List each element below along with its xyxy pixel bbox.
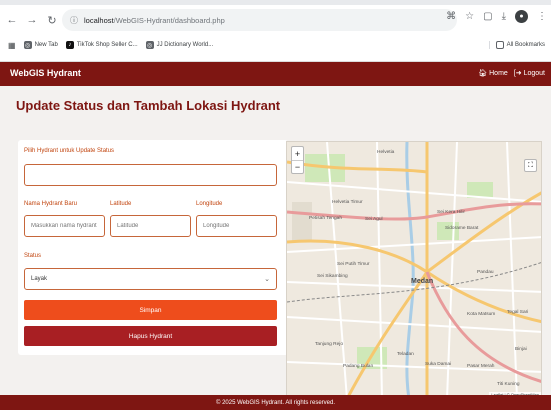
- page-footer: © 2025 WebGIS Hydrant. All rights reserv…: [0, 395, 551, 410]
- map-label: Binjai: [515, 347, 527, 352]
- home-icon: 🏠︎: [478, 70, 490, 77]
- bookmark-dictionary[interactable]: ◎ JJ Dictionary World...: [145, 41, 213, 49]
- forward-icon[interactable]: →: [24, 12, 40, 28]
- latitude-input[interactable]: [117, 216, 190, 236]
- header-nav: 🏠︎ Home [➜ Logout: [478, 69, 545, 78]
- url-path: /WebGIS-Hydrant/dashboard.php: [113, 15, 225, 25]
- star-icon[interactable]: ☆: [465, 11, 474, 22]
- map-label: Tanjung Rejo: [315, 342, 344, 347]
- status-select[interactable]: Layak ⌄: [24, 268, 277, 290]
- extensions-icon[interactable]: ▢: [483, 11, 492, 22]
- zoom-in-button[interactable]: +: [292, 147, 303, 160]
- download-icon[interactable]: ⤓: [502, 11, 506, 22]
- map-label: Teladan: [397, 352, 414, 357]
- select-hydrant-label: Pilih Hydrant untuk Update Status: [24, 148, 115, 154]
- browser-actions: ⌘ ☆ ▢ ⤓ ● ⋮: [446, 10, 547, 23]
- save-button[interactable]: Simpan: [24, 300, 277, 320]
- browser-toolbar: ← → ↻ ⓘ localhost /WebGIS-Hydrant/dashbo…: [0, 8, 551, 32]
- url-host: localhost: [84, 15, 114, 25]
- select-hydrant-field[interactable]: [24, 164, 277, 186]
- folder-icon: [495, 41, 504, 49]
- all-bookmarks[interactable]: All Bookmarks: [488, 41, 545, 49]
- bookmark-tiktok[interactable]: ♪ TikTok Shop Seller C...: [65, 41, 138, 49]
- home-link[interactable]: 🏠︎ Home: [478, 69, 508, 78]
- tiktok-icon: ♪: [65, 41, 74, 49]
- map-label: Sidorame Barat: [445, 226, 479, 231]
- name-label: Nama Hydrant Baru: [24, 201, 78, 207]
- longitude-label: Longitude: [196, 201, 223, 207]
- brand-title[interactable]: WebGIS Hydrant: [10, 68, 81, 78]
- profile-avatar[interactable]: ●: [515, 10, 528, 23]
- name-input[interactable]: [31, 216, 104, 236]
- reload-icon[interactable]: ↻: [44, 12, 60, 28]
- globe-icon: ◎: [145, 41, 154, 49]
- apps-icon[interactable]: ▦: [8, 41, 16, 50]
- status-label: Status: [24, 253, 42, 259]
- map-label: Padang Bulan: [343, 364, 374, 369]
- name-field[interactable]: [24, 215, 105, 237]
- map-label: Helvetia: [377, 150, 395, 155]
- chevron-down-icon: ⌄: [264, 276, 270, 283]
- map-label: Petisah Tengah: [309, 216, 342, 221]
- fullscreen-icon[interactable]: ⛶: [524, 159, 537, 172]
- zoom-control: + −: [291, 146, 304, 174]
- map-label: Suka Damai: [425, 362, 452, 367]
- longitude-input[interactable]: [203, 216, 276, 236]
- status-value: Layak: [31, 276, 48, 282]
- map-label: Pandau: [477, 270, 494, 275]
- map-label: Sei Agul: [365, 217, 383, 222]
- latitude-label: Latitude: [110, 201, 132, 207]
- back-icon[interactable]: ←: [4, 12, 20, 28]
- hydrant-map[interactable]: + − ⛶ Helvetia Helvetia Timur Petisah Te…: [286, 141, 542, 398]
- logout-link[interactable]: [➜ Logout: [513, 69, 545, 78]
- address-bar[interactable]: ⓘ localhost /WebGIS-Hydrant/dashboard.ph…: [62, 9, 457, 31]
- longitude-field[interactable]: [196, 215, 277, 237]
- bookmark-new-tab[interactable]: ◎ New Tab: [23, 41, 58, 49]
- map-tiles: [287, 142, 541, 397]
- zoom-out-button[interactable]: −: [292, 160, 303, 173]
- menu-icon[interactable]: ⋮: [537, 11, 547, 22]
- app-header: WebGIS Hydrant 🏠︎ Home [➜ Logout: [0, 62, 551, 86]
- delete-hydrant-button[interactable]: Hapus Hydrant: [24, 326, 277, 346]
- map-label: Pasar Merah: [467, 364, 495, 369]
- latitude-field[interactable]: [110, 215, 191, 237]
- page-title: Update Status dan Tambah Lokasi Hydrant: [16, 98, 281, 113]
- bookmarks-bar: ▦ ◎ New Tab ♪ TikTok Shop Seller C... ◎ …: [0, 35, 551, 55]
- browser-chrome: ← → ↻ ⓘ localhost /WebGIS-Hydrant/dashbo…: [0, 0, 551, 62]
- map-label: Sei Putih Timur: [337, 262, 370, 267]
- globe-icon: ◎: [23, 41, 32, 49]
- map-label-medan: Medan: [411, 278, 434, 285]
- map-label: Sei Sikambing: [317, 274, 348, 279]
- map-label: Helvetia Timur: [332, 200, 363, 205]
- hydrant-form: Pilih Hydrant untuk Update Status Nama H…: [18, 140, 288, 355]
- tab-strip: [0, 0, 551, 5]
- map-label: Sei Kera Hilir: [437, 210, 465, 215]
- map-label: Tegal Sari: [507, 310, 529, 315]
- site-info-icon[interactable]: ⓘ: [70, 15, 78, 26]
- map-label: Kota Matsum: [467, 312, 496, 317]
- translate-icon[interactable]: ⌘: [446, 11, 456, 22]
- logout-icon: [➜: [513, 70, 524, 77]
- map-label: Titi Kuning: [497, 382, 520, 387]
